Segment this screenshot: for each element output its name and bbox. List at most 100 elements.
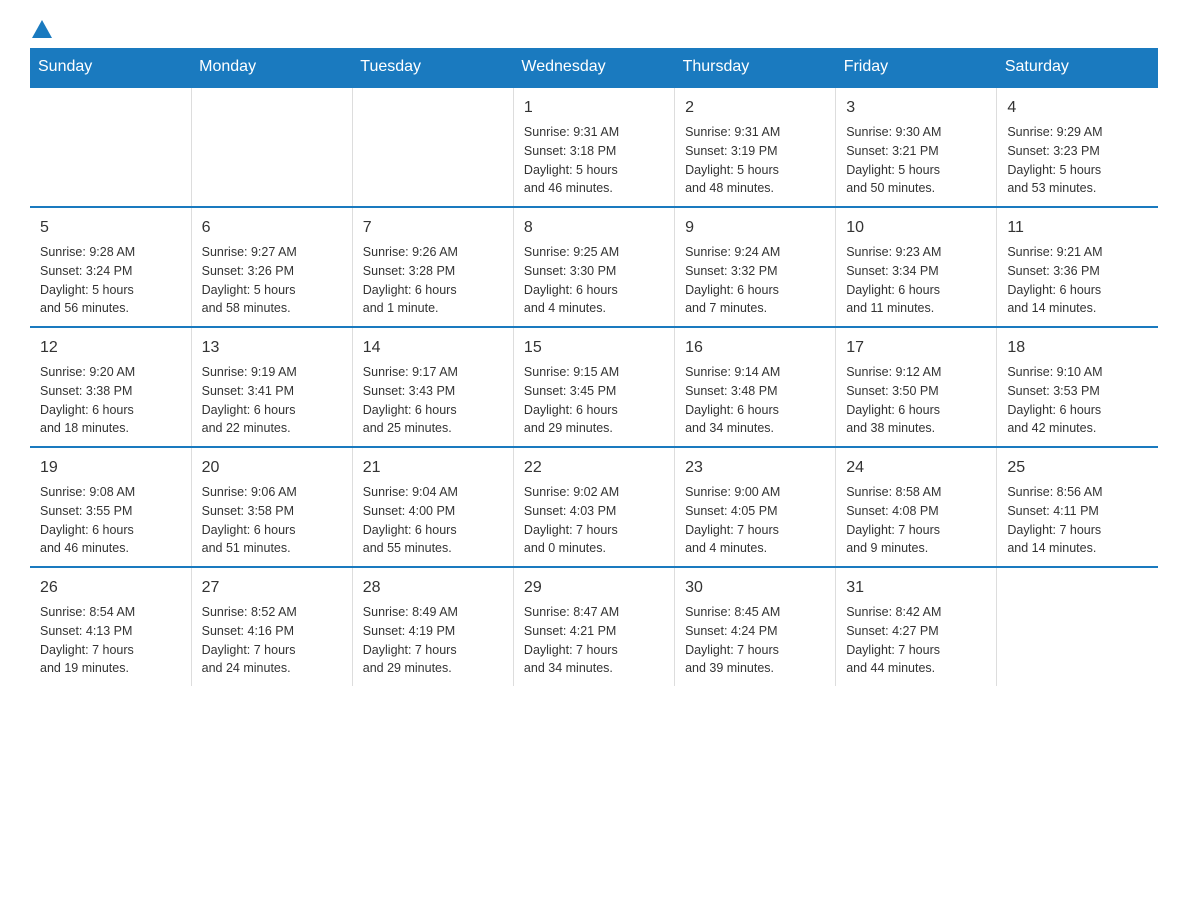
day-number: 4 [1007,96,1148,120]
header-tuesday: Tuesday [352,48,513,87]
header-saturday: Saturday [997,48,1158,87]
calendar-cell: 23 Sunrise: 9:00 AM Sunset: 4:05 PM Dayli… [675,447,836,567]
page-header [30,20,1158,38]
day-info: Sunrise: 8:54 AM Sunset: 4:13 PM Dayligh… [40,603,181,678]
day-info: Sunrise: 9:30 AM Sunset: 3:21 PM Dayligh… [846,123,986,198]
day-number: 28 [363,576,503,600]
day-info: Sunrise: 8:58 AM Sunset: 4:08 PM Dayligh… [846,483,986,558]
calendar-cell: 25Sunrise: 8:56 AM Sunset: 4:11 PM Dayli… [997,447,1158,567]
calendar-cell: 26 Sunrise: 8:54 AM Sunset: 4:13 PM Dayli… [30,567,191,686]
day-number: 30 [685,576,825,600]
day-number: 22 [524,456,664,480]
calendar-cell: 10 Sunrise: 9:23 AM Sunset: 3:34 PM Dayli… [836,207,997,327]
day-number: 18 [1007,336,1148,360]
day-info: Sunrise: 9:28 AM Sunset: 3:24 PM Dayligh… [40,243,181,318]
day-number: 29 [524,576,664,600]
day-info: Sunrise: 8:45 AM Sunset: 4:24 PM Dayligh… [685,603,825,678]
calendar-cell: 31Sunrise: 8:42 AM Sunset: 4:27 PM Dayli… [836,567,997,686]
day-info: Sunrise: 9:19 AM Sunset: 3:41 PM Dayligh… [202,363,342,438]
day-number: 12 [40,336,181,360]
day-info: Sunrise: 9:29 AM Sunset: 3:23 PM Dayligh… [1007,123,1148,198]
calendar-cell: 4 Sunrise: 9:29 AM Sunset: 3:23 PM Daylig… [997,87,1158,207]
day-number: 7 [363,216,503,240]
day-info: Sunrise: 9:24 AM Sunset: 3:32 PM Dayligh… [685,243,825,318]
day-info: Sunrise: 9:25 AM Sunset: 3:30 PM Dayligh… [524,243,664,318]
day-info: Sunrise: 9:17 AM Sunset: 3:43 PM Dayligh… [363,363,503,438]
day-info: Sunrise: 9:27 AM Sunset: 3:26 PM Dayligh… [202,243,342,318]
day-number: 9 [685,216,825,240]
day-info: Sunrise: 9:06 AM Sunset: 3:58 PM Dayligh… [202,483,342,558]
day-info: Sunrise: 9:31 AM Sunset: 3:18 PM Dayligh… [524,123,664,198]
day-number: 15 [524,336,664,360]
calendar-cell: 30 Sunrise: 8:45 AM Sunset: 4:24 PM Dayli… [675,567,836,686]
day-info: Sunrise: 9:12 AM Sunset: 3:50 PM Dayligh… [846,363,986,438]
day-info: Sunrise: 9:04 AM Sunset: 4:00 PM Dayligh… [363,483,503,558]
calendar-cell: 14 Sunrise: 9:17 AM Sunset: 3:43 PM Dayli… [352,327,513,447]
day-info: Sunrise: 8:52 AM Sunset: 4:16 PM Dayligh… [202,603,342,678]
calendar-cell: 9 Sunrise: 9:24 AM Sunset: 3:32 PM Daylig… [675,207,836,327]
day-number: 1 [524,96,664,120]
header-wednesday: Wednesday [513,48,674,87]
day-number: 27 [202,576,342,600]
day-number: 10 [846,216,986,240]
day-info: Sunrise: 9:23 AM Sunset: 3:34 PM Dayligh… [846,243,986,318]
calendar-cell: 29 Sunrise: 8:47 AM Sunset: 4:21 PM Dayli… [513,567,674,686]
calendar-cell [30,87,191,207]
calendar-cell: 2 Sunrise: 9:31 AM Sunset: 3:19 PM Daylig… [675,87,836,207]
calendar-cell: 3 Sunrise: 9:30 AM Sunset: 3:21 PM Daylig… [836,87,997,207]
day-number: 6 [202,216,342,240]
calendar-header-row: Sunday Monday Tuesday Wednesday Thursday… [30,48,1158,87]
calendar-cell: 15 Sunrise: 9:15 AM Sunset: 3:45 PM Dayli… [513,327,674,447]
day-number: 14 [363,336,503,360]
day-number: 13 [202,336,342,360]
header-friday: Friday [836,48,997,87]
day-info: Sunrise: 9:20 AM Sunset: 3:38 PM Dayligh… [40,363,181,438]
day-number: 20 [202,456,342,480]
calendar-cell: 5Sunrise: 9:28 AM Sunset: 3:24 PM Daylig… [30,207,191,327]
logo-triangle-icon [32,20,52,38]
calendar-cell [191,87,352,207]
calendar-cell: 12 Sunrise: 9:20 AM Sunset: 3:38 PM Dayli… [30,327,191,447]
calendar-cell: 24Sunrise: 8:58 AM Sunset: 4:08 PM Dayli… [836,447,997,567]
calendar-cell: 8Sunrise: 9:25 AM Sunset: 3:30 PM Daylig… [513,207,674,327]
day-number: 23 [685,456,825,480]
header-thursday: Thursday [675,48,836,87]
calendar-cell: 11 Sunrise: 9:21 AM Sunset: 3:36 PM Dayli… [997,207,1158,327]
calendar-cell: 16Sunrise: 9:14 AM Sunset: 3:48 PM Dayli… [675,327,836,447]
calendar-cell: 1 Sunrise: 9:31 AM Sunset: 3:18 PM Daylig… [513,87,674,207]
day-number: 3 [846,96,986,120]
day-info: Sunrise: 9:26 AM Sunset: 3:28 PM Dayligh… [363,243,503,318]
day-number: 2 [685,96,825,120]
calendar-week-row: 5Sunrise: 9:28 AM Sunset: 3:24 PM Daylig… [30,207,1158,327]
day-info: Sunrise: 9:14 AM Sunset: 3:48 PM Dayligh… [685,363,825,438]
calendar-cell: 13 Sunrise: 9:19 AM Sunset: 3:41 PM Dayli… [191,327,352,447]
day-info: Sunrise: 8:49 AM Sunset: 4:19 PM Dayligh… [363,603,503,678]
day-number: 17 [846,336,986,360]
day-info: Sunrise: 9:08 AM Sunset: 3:55 PM Dayligh… [40,483,181,558]
calendar-cell [352,87,513,207]
calendar-cell: 17 Sunrise: 9:12 AM Sunset: 3:50 PM Dayli… [836,327,997,447]
day-info: Sunrise: 8:47 AM Sunset: 4:21 PM Dayligh… [524,603,664,678]
calendar-cell: 6 Sunrise: 9:27 AM Sunset: 3:26 PM Daylig… [191,207,352,327]
day-info: Sunrise: 9:10 AM Sunset: 3:53 PM Dayligh… [1007,363,1148,438]
calendar-week-row: 1 Sunrise: 9:31 AM Sunset: 3:18 PM Daylig… [30,87,1158,207]
calendar-cell [997,567,1158,686]
day-info: Sunrise: 9:02 AM Sunset: 4:03 PM Dayligh… [524,483,664,558]
day-number: 26 [40,576,181,600]
calendar-cell: 28 Sunrise: 8:49 AM Sunset: 4:19 PM Dayli… [352,567,513,686]
day-number: 21 [363,456,503,480]
day-info: Sunrise: 9:00 AM Sunset: 4:05 PM Dayligh… [685,483,825,558]
day-info: Sunrise: 9:21 AM Sunset: 3:36 PM Dayligh… [1007,243,1148,318]
logo [30,20,54,38]
calendar-cell: 19Sunrise: 9:08 AM Sunset: 3:55 PM Dayli… [30,447,191,567]
day-info: Sunrise: 9:15 AM Sunset: 3:45 PM Dayligh… [524,363,664,438]
calendar-cell: 18 Sunrise: 9:10 AM Sunset: 3:53 PM Dayli… [997,327,1158,447]
day-number: 31 [846,576,986,600]
calendar-week-row: 26 Sunrise: 8:54 AM Sunset: 4:13 PM Dayli… [30,567,1158,686]
calendar-table: Sunday Monday Tuesday Wednesday Thursday… [30,48,1158,686]
calendar-cell: 20 Sunrise: 9:06 AM Sunset: 3:58 PM Dayli… [191,447,352,567]
day-number: 11 [1007,216,1148,240]
header-monday: Monday [191,48,352,87]
day-info: Sunrise: 9:31 AM Sunset: 3:19 PM Dayligh… [685,123,825,198]
calendar-cell: 27 Sunrise: 8:52 AM Sunset: 4:16 PM Dayli… [191,567,352,686]
